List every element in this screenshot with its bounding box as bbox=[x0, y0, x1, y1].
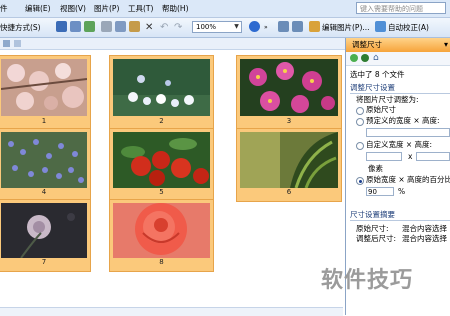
auto-correct-icon bbox=[375, 21, 386, 32]
summary-adjusted-value: 混合内容选择 bbox=[402, 234, 447, 243]
chevron-down-icon[interactable]: ▾ bbox=[444, 38, 448, 52]
custom-width-input[interactable] bbox=[366, 152, 402, 161]
thumbnail-image bbox=[113, 203, 210, 258]
section-size-summary: 尺寸设置摘要 bbox=[350, 210, 395, 219]
zoom-select[interactable]: 100% ▼ bbox=[192, 21, 242, 33]
thumbnail-8[interactable]: 8 bbox=[109, 199, 214, 272]
cut-icon[interactable] bbox=[101, 21, 112, 32]
summary-adjusted-label: 调整后尺寸: bbox=[356, 234, 397, 243]
custom-x-label: x bbox=[408, 152, 413, 161]
forward-icon[interactable] bbox=[361, 54, 369, 62]
thumbnail-image bbox=[240, 59, 338, 116]
thumbnail-image bbox=[1, 132, 87, 188]
thumbnail-number: 5 bbox=[159, 188, 164, 196]
redo-icon[interactable]: ↷ bbox=[174, 21, 182, 34]
percent-input[interactable]: 90 bbox=[366, 187, 394, 196]
unit-pixels-label: 像素 bbox=[368, 164, 383, 173]
view-toolbar bbox=[0, 38, 345, 50]
thumbnail-canvas: 1 2 3 4 5 6 7 8 bbox=[0, 50, 343, 315]
menu-picture[interactable]: 图片(P) bbox=[94, 3, 119, 14]
home-icon[interactable]: ⌂ bbox=[373, 52, 379, 64]
watermark-text: 软件技巧 bbox=[321, 268, 414, 293]
delete-icon[interactable]: ✕ bbox=[145, 21, 153, 34]
percent-unit: % bbox=[398, 187, 406, 196]
thumbnail-image bbox=[1, 203, 87, 258]
resize-to-label: 将图片尺寸调整为: bbox=[356, 95, 419, 104]
undo-icon[interactable]: ↶ bbox=[160, 21, 168, 34]
thumbnail-image bbox=[1, 59, 87, 116]
thumbnail-4[interactable]: 4 bbox=[0, 128, 91, 202]
thumbnail-image bbox=[113, 59, 210, 116]
section-resize-settings: 调整尺寸设置 bbox=[350, 83, 395, 92]
selection-info: 选中了 8 个文件 bbox=[350, 70, 405, 79]
rotate-right-icon[interactable] bbox=[292, 21, 303, 32]
thumbnail-5[interactable]: 5 bbox=[109, 128, 214, 202]
toolbar-overflow-icon[interactable]: » bbox=[264, 21, 268, 34]
standard-toolbar: 快捷方式(S) ✕ ↶ ↷ 100% ▼ » 编辑图片(P)... 自动校正(A… bbox=[0, 18, 450, 38]
thumbnail-number: 4 bbox=[41, 188, 47, 196]
edit-picture-icon bbox=[309, 21, 320, 32]
task-pane-header: 调整尺寸 ▾ bbox=[346, 38, 450, 52]
summary-original-value: 混合内容选择 bbox=[402, 224, 447, 233]
task-pane-title: 调整尺寸 bbox=[352, 40, 382, 49]
thumbnail-6[interactable]: 6 bbox=[236, 128, 342, 202]
thumbnail-number: 1 bbox=[41, 117, 47, 125]
print-icon[interactable] bbox=[70, 21, 81, 32]
custom-height-input[interactable] bbox=[416, 152, 450, 161]
auto-correct-button[interactable]: 自动校正(A) bbox=[388, 21, 429, 34]
chevron-down-icon: ▼ bbox=[234, 23, 239, 30]
filmstrip-view-icon[interactable] bbox=[14, 40, 21, 47]
thumbnail-2[interactable]: 2 bbox=[109, 55, 214, 131]
radio-predefined-size[interactable] bbox=[356, 118, 364, 126]
thumbnail-view-icon[interactable] bbox=[3, 40, 10, 47]
menu-tools[interactable]: 工具(T) bbox=[128, 3, 153, 14]
thumbnail-number: 8 bbox=[159, 258, 164, 266]
thumbnail-3[interactable]: 3 bbox=[236, 55, 342, 131]
thumbnail-number: 6 bbox=[286, 188, 292, 196]
open-icon[interactable] bbox=[84, 21, 95, 32]
option-predefined-label: 预定义的宽度 × 高度: bbox=[366, 116, 440, 125]
paste-icon[interactable] bbox=[129, 21, 140, 32]
edit-picture-button[interactable]: 编辑图片(P)... bbox=[322, 21, 370, 34]
copy-icon[interactable] bbox=[115, 21, 126, 32]
menu-bar: 件 编辑(E) 视图(V) 图片(P) 工具(T) 帮助(H) 键入需要帮助的问… bbox=[0, 0, 450, 18]
option-percent-label: 原始宽度 × 高度的百分比 bbox=[366, 175, 450, 184]
menu-file[interactable]: 件 bbox=[0, 3, 8, 14]
menu-edit[interactable]: 编辑(E) bbox=[25, 3, 51, 14]
divider bbox=[350, 220, 450, 221]
thumbnail-7[interactable]: 7 bbox=[0, 199, 91, 272]
menu-help[interactable]: 帮助(H) bbox=[162, 3, 189, 14]
help-search-input[interactable]: 键入需要帮助的问题 bbox=[356, 2, 446, 14]
thumbnail-number: 3 bbox=[286, 117, 292, 125]
thumbnail-1[interactable]: 1 bbox=[0, 55, 91, 131]
help-icon[interactable] bbox=[249, 21, 260, 32]
radio-original-size[interactable] bbox=[356, 107, 364, 115]
menu-view[interactable]: 视图(V) bbox=[60, 3, 86, 14]
back-icon[interactable] bbox=[350, 54, 358, 62]
option-custom-label: 自定义宽度 × 高度: bbox=[366, 140, 433, 149]
task-pane-nav: ⌂ bbox=[346, 52, 450, 66]
radio-percent-size[interactable] bbox=[356, 177, 364, 185]
percent-value: 90 bbox=[368, 188, 377, 196]
shortcuts-button[interactable]: 快捷方式(S) bbox=[0, 21, 41, 34]
thumbnail-image bbox=[240, 132, 338, 188]
predefined-size-select[interactable] bbox=[366, 128, 450, 137]
divider bbox=[350, 93, 450, 94]
radio-custom-size[interactable] bbox=[356, 142, 364, 150]
option-original-label: 原始尺寸 bbox=[366, 105, 396, 114]
zoom-value: 100% bbox=[196, 23, 217, 31]
thumbnail-number: 2 bbox=[159, 117, 164, 125]
rotate-left-icon[interactable] bbox=[278, 21, 289, 32]
summary-original-label: 原始尺寸: bbox=[356, 224, 389, 233]
thumbnail-number: 7 bbox=[41, 258, 47, 266]
thumbnail-image bbox=[113, 132, 210, 188]
save-icon[interactable] bbox=[56, 21, 67, 32]
